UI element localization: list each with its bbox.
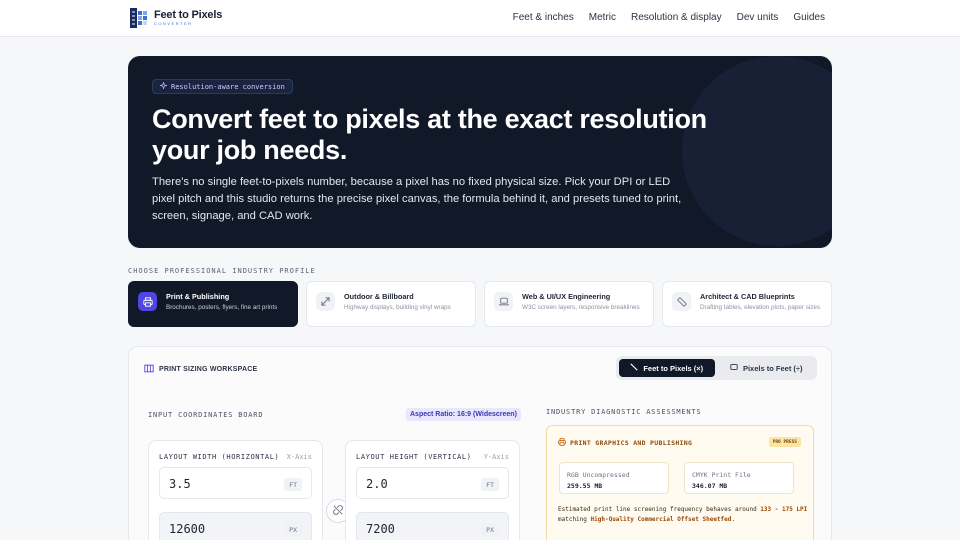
rgb-size-stat: RGB Uncompressed 259.55 MB — [559, 462, 669, 494]
input-board-label: INPUT COORDINATES BOARD — [148, 411, 264, 419]
profile-title: Architect & CAD Blueprints — [700, 292, 795, 301]
press-match: High-Quality Commercial Offset Sheetfed — [590, 516, 732, 523]
unlink-icon — [333, 502, 343, 520]
width-pixels-input[interactable]: 12600 PX — [159, 512, 312, 540]
nav-resolution-display[interactable]: Resolution & display — [631, 12, 722, 23]
lpi-range: 133 - 175 LPI — [760, 506, 808, 513]
hero-pill-text: Resolution-aware conversion — [171, 82, 285, 91]
cmyk-size-stat: CMYK Print File 346.07 MB — [684, 462, 794, 494]
height-card-title: LAYOUT HEIGHT (VERTICAL) — [356, 453, 472, 461]
building-icon — [144, 364, 154, 375]
ruler-icon — [672, 292, 691, 311]
nav-dev-units[interactable]: Dev units — [737, 12, 779, 23]
profile-list: Print & Publishing Brochures, posters, f… — [128, 281, 832, 327]
screening-note: Estimated print line screening frequency… — [558, 505, 808, 525]
print-sizing-workspace: PRINT SIZING WORKSPACE Feet to Pixels (×… — [128, 346, 832, 540]
printer-icon — [138, 292, 157, 311]
profile-subtitle: Brochures, posters, flyers, fine art pri… — [166, 304, 278, 311]
pro-press-badge: PRO PRESS — [768, 437, 801, 447]
width-feet-input[interactable]: 3.5 FT — [159, 467, 312, 499]
x-axis-label: X-Axis — [286, 453, 312, 461]
diagnostics-title: PRINT GRAPHICS AND PUBLISHING — [570, 439, 693, 447]
aspect-ratio-badge: Aspect Ratio: 16:9 (Widescreen) — [406, 408, 521, 421]
pixels-to-feet-label: Pixels to Feet (÷) — [742, 363, 803, 373]
sparkle-icon — [159, 81, 168, 91]
profile-subtitle: Drafting tables, elevation plots, paper … — [700, 304, 821, 311]
hero-description: There's no single feet-to-pixels number,… — [152, 176, 682, 222]
width-card-title: LAYOUT WIDTH (HORIZONTAL) — [159, 453, 280, 461]
diagnostics-header: PRINT GRAPHICS AND PUBLISHING — [558, 438, 692, 448]
cmyk-value: 346.07 MB — [692, 482, 728, 490]
y-axis-label: Y-Axis — [483, 453, 509, 461]
feet-to-pixels-button[interactable]: Feet to Pixels (×) — [619, 359, 715, 377]
diagnostics-panel: PRINT GRAPHICS AND PUBLISHING PRO PRESS … — [546, 425, 814, 540]
profile-subtitle: W3C screen layers, responsive breaklines — [522, 304, 640, 311]
profile-web-ui[interactable]: Web & UI/UX Engineering W3C screen layer… — [484, 281, 654, 327]
feet-unit-badge: FT — [481, 478, 499, 491]
note-text: . — [731, 516, 736, 523]
brand-logo[interactable]: Feet to Pixels CONVERTER — [130, 8, 222, 28]
conversion-mode-toggle: Feet to Pixels (×) Pixels to Feet (÷) — [616, 356, 817, 380]
profile-outdoor-billboard[interactable]: Outdoor & Billboard Highway displays, bu… — [306, 281, 476, 327]
workspace-header: PRINT SIZING WORKSPACE — [144, 364, 257, 375]
pixel-unit-badge: PX — [284, 523, 302, 536]
hero-pill: Resolution-aware conversion — [152, 79, 293, 94]
height-feet-input[interactable]: 2.0 FT — [356, 467, 509, 499]
diagnostics-label: INDUSTRY DIAGNOSTIC ASSESSMENTS — [546, 408, 702, 416]
printer-icon — [558, 438, 566, 448]
cmyk-label: CMYK Print File — [692, 471, 751, 479]
nav-guides[interactable]: Guides — [793, 12, 825, 23]
feet-to-pixels-label: Feet to Pixels (×) — [643, 363, 704, 373]
height-pixels-value: 7200 — [366, 522, 395, 536]
layout-height-card: LAYOUT HEIGHT (VERTICAL) Y-Axis 2.0 FT 7… — [345, 440, 520, 540]
profile-title: Print & Publishing — [166, 292, 230, 301]
profile-subtitle: Highway displays, building vinyl wraps — [344, 304, 451, 311]
profile-section-label: CHOOSE PROFESSIONAL INDUSTRY PROFILE — [128, 267, 316, 275]
height-feet-value: 2.0 — [366, 477, 388, 491]
height-pixels-input[interactable]: 7200 PX — [356, 512, 509, 540]
pixel-unit-badge: PX — [481, 523, 499, 536]
rgb-label: RGB Uncompressed — [567, 471, 630, 479]
laptop-icon — [494, 292, 513, 311]
workspace-title: PRINT SIZING WORKSPACE — [159, 366, 258, 373]
profile-title: Web & UI/UX Engineering — [522, 292, 611, 301]
profile-architect-cad[interactable]: Architect & CAD Blueprints Drafting tabl… — [662, 281, 832, 327]
nav-feet-inches[interactable]: Feet & inches — [513, 12, 574, 23]
feet-unit-badge: FT — [284, 478, 302, 491]
note-text: Estimated print line screening frequency… — [558, 506, 761, 513]
pixels-to-feet-button[interactable]: Pixels to Feet (÷) — [719, 359, 815, 377]
profile-title: Outdoor & Billboard — [344, 292, 414, 301]
profile-print-publishing[interactable]: Print & Publishing Brochures, posters, f… — [128, 281, 298, 327]
logo-icon — [130, 8, 150, 28]
rgb-value: 259.55 MB — [567, 482, 603, 490]
note-text: matching — [558, 516, 591, 523]
brand-subtitle: CONVERTER — [154, 21, 193, 26]
hero-banner: Resolution-aware conversion Convert feet… — [128, 56, 832, 248]
width-pixels-value: 12600 — [169, 522, 206, 536]
brand-title: Feet to Pixels — [154, 9, 223, 21]
monitor-icon — [730, 363, 738, 373]
nav-metric[interactable]: Metric — [589, 12, 616, 23]
layout-width-card: LAYOUT WIDTH (HORIZONTAL) X-Axis 3.5 FT … — [148, 440, 323, 540]
expand-icon — [316, 292, 335, 311]
hero-title: Convert feet to pixels at the exact reso… — [152, 104, 707, 165]
top-navigation: Feet to Pixels CONVERTER Feet & inches M… — [0, 0, 960, 37]
ruler-icon — [630, 363, 638, 373]
width-feet-value: 3.5 — [169, 477, 191, 491]
main-nav: Feet & inches Metric Resolution & displa… — [513, 12, 825, 23]
